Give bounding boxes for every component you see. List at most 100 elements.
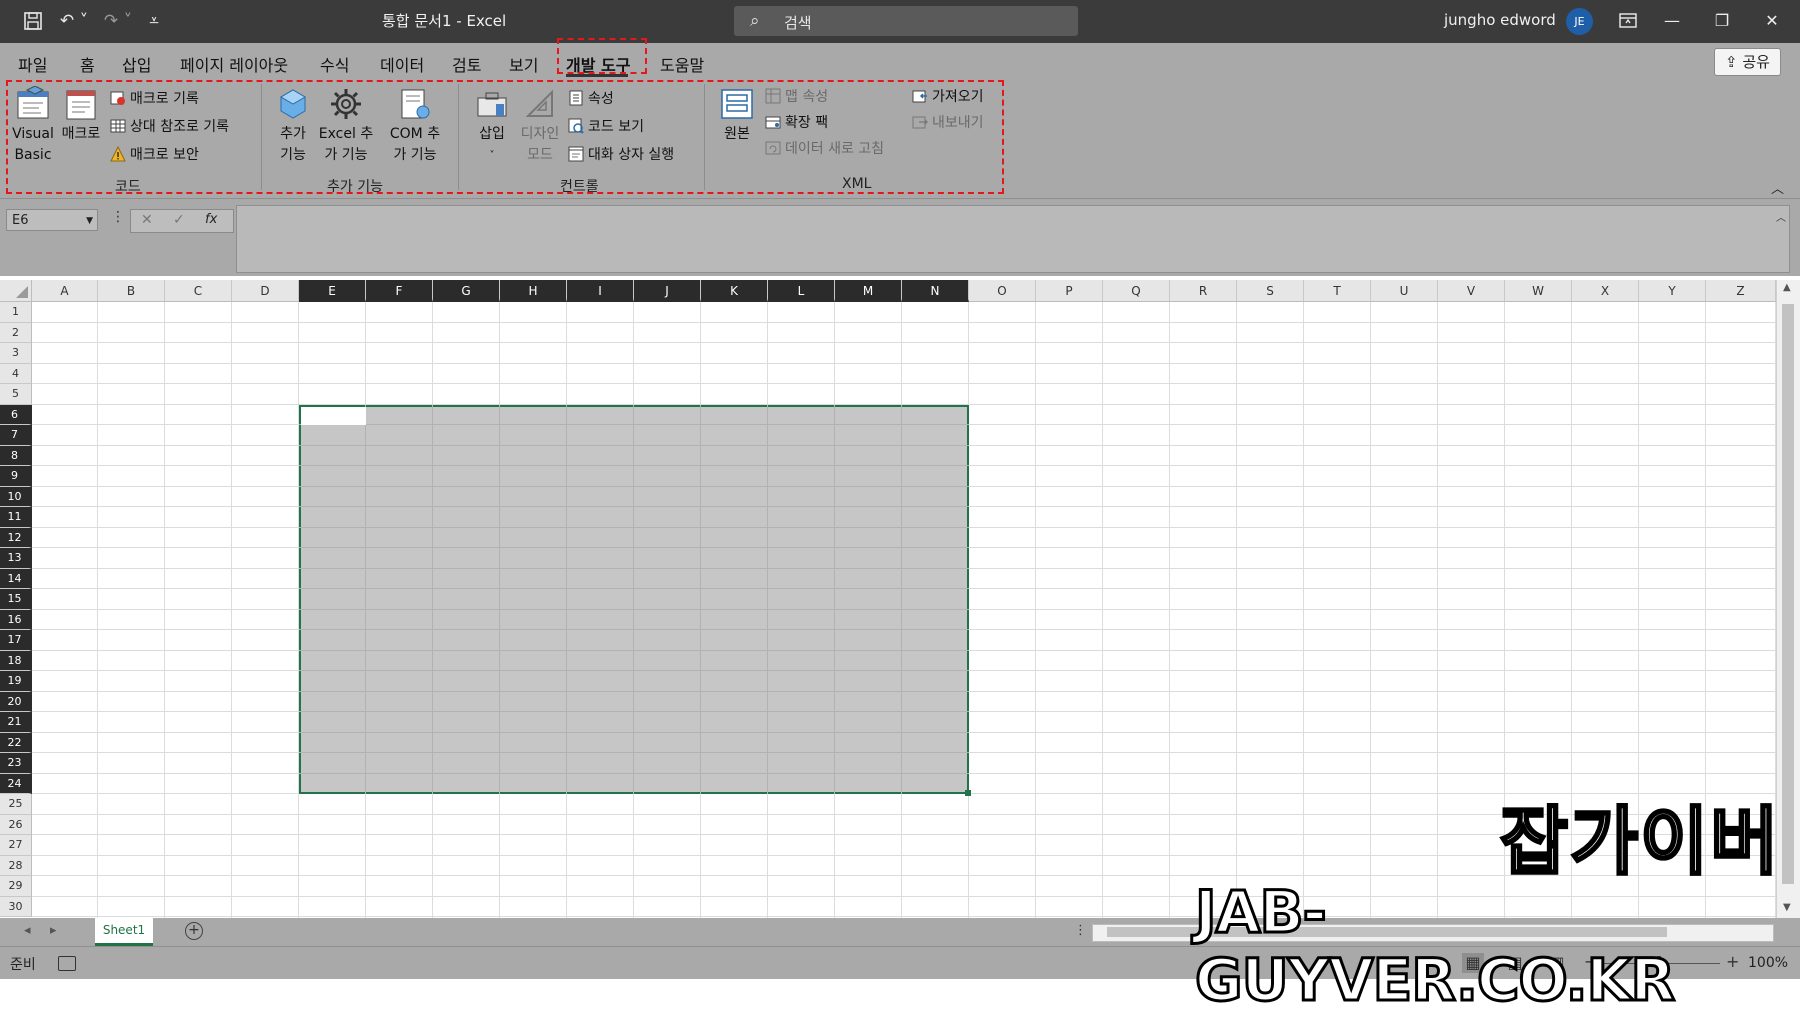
active-cell[interactable] (301, 406, 366, 425)
column-header-m[interactable]: M (835, 280, 902, 302)
row-header-9[interactable]: 9 (0, 466, 32, 487)
column-header-a[interactable]: A (32, 280, 98, 302)
fill-handle[interactable] (965, 790, 971, 796)
column-header-h[interactable]: H (500, 280, 567, 302)
more-options-icon[interactable]: ⋮ (111, 209, 125, 225)
row-header-1[interactable]: 1 (0, 302, 32, 323)
tab-view[interactable]: 보기 (509, 52, 538, 76)
row-header-7[interactable]: 7 (0, 425, 32, 446)
column-header-w[interactable]: W (1505, 280, 1572, 302)
column-header-x[interactable]: X (1572, 280, 1639, 302)
share-button[interactable]: ⇪ 공유 (1714, 48, 1781, 76)
tab-data[interactable]: 데이터 (380, 52, 424, 76)
restore-icon[interactable]: ❐ (1708, 9, 1736, 33)
column-header-j[interactable]: J (634, 280, 701, 302)
tab-split-handle[interactable]: ⋮ (1074, 923, 1087, 938)
row-header-28[interactable]: 28 (0, 855, 32, 876)
ribbon-display-icon[interactable] (1614, 9, 1642, 33)
column-header-t[interactable]: T (1304, 280, 1371, 302)
column-header-b[interactable]: B (98, 280, 165, 302)
title-bar: ↶ ˅ ↷ ˅ ⩡ 통합 문서1 - Excel ⌕ 검색 jungho edw… (0, 0, 1800, 43)
save-icon[interactable] (22, 10, 44, 32)
column-header-c[interactable]: C (165, 280, 232, 302)
column-header-u[interactable]: U (1371, 280, 1438, 302)
row-header-5[interactable]: 5 (0, 384, 32, 405)
customize-toolbar-icon[interactable]: ⩡ (143, 10, 165, 32)
formula-input[interactable] (236, 205, 1790, 273)
column-header-p[interactable]: P (1036, 280, 1103, 302)
column-header-n[interactable]: N (902, 280, 969, 302)
row-header-29[interactable]: 29 (0, 876, 32, 897)
column-header-f[interactable]: F (366, 280, 433, 302)
row-header-2[interactable]: 2 (0, 322, 32, 343)
column-header-d[interactable]: D (232, 280, 299, 302)
column-header-r[interactable]: R (1170, 280, 1237, 302)
minimize-icon[interactable]: — (1658, 9, 1686, 33)
add-sheet-icon[interactable]: + (185, 922, 203, 940)
gridline-vertical (1437, 302, 1438, 918)
select-all-button[interactable] (0, 280, 32, 302)
tab-insert[interactable]: 삽입 (122, 52, 151, 76)
prev-sheet-icon[interactable]: ◂ (24, 923, 31, 938)
next-sheet-icon[interactable]: ▸ (50, 923, 57, 938)
avatar[interactable]: JE (1566, 8, 1593, 35)
user-name[interactable]: jungho edword (1444, 11, 1556, 29)
tab-page-layout[interactable]: 페이지 레이아웃 (180, 52, 288, 76)
row-header-6[interactable]: 6 (0, 404, 32, 425)
row-header-16[interactable]: 16 (0, 609, 32, 630)
column-header-o[interactable]: O (969, 280, 1036, 302)
row-header-10[interactable]: 10 (0, 486, 32, 507)
column-header-k[interactable]: K (701, 280, 768, 302)
column-header-s[interactable]: S (1237, 280, 1304, 302)
column-header-i[interactable]: I (567, 280, 634, 302)
close-icon[interactable]: ✕ (1758, 9, 1786, 33)
row-header-3[interactable]: 3 (0, 343, 32, 364)
row-header-18[interactable]: 18 (0, 650, 32, 671)
row-header-21[interactable]: 21 (0, 712, 32, 733)
row-header-27[interactable]: 27 (0, 835, 32, 856)
column-header-v[interactable]: V (1438, 280, 1505, 302)
column-header-g[interactable]: G (433, 280, 500, 302)
row-header-11[interactable]: 11 (0, 507, 32, 528)
enter-icon[interactable]: ✓ (173, 212, 185, 228)
row-header-4[interactable]: 4 (0, 363, 32, 384)
tab-review[interactable]: 검토 (452, 52, 481, 76)
column-header-z[interactable]: Z (1706, 280, 1776, 302)
gridline-vertical (1102, 302, 1103, 918)
vertical-scroll-thumb[interactable] (1782, 304, 1794, 884)
row-header-12[interactable]: 12 (0, 527, 32, 548)
accessibility-icon[interactable] (58, 956, 76, 971)
redo-icon[interactable]: ↷ ˅ (100, 10, 136, 32)
row-header-13[interactable]: 13 (0, 548, 32, 569)
collapse-ribbon-icon[interactable]: ︿ (1771, 178, 1784, 197)
row-header-19[interactable]: 19 (0, 671, 32, 692)
row-header-25[interactable]: 25 (0, 794, 32, 815)
column-header-e[interactable]: E (299, 280, 366, 302)
row-header-20[interactable]: 20 (0, 691, 32, 712)
tab-formulas[interactable]: 수식 (320, 52, 349, 76)
selected-range[interactable] (299, 404, 969, 794)
row-header-24[interactable]: 24 (0, 773, 32, 794)
column-header-q[interactable]: Q (1103, 280, 1170, 302)
search-box[interactable]: ⌕ 검색 (734, 6, 1078, 36)
tab-help[interactable]: 도움말 (660, 52, 704, 76)
cancel-icon[interactable]: ✕ (141, 212, 153, 228)
undo-icon[interactable]: ↶ ˅ (56, 10, 92, 32)
row-header-14[interactable]: 14 (0, 568, 32, 589)
name-box[interactable]: E6 ▼ (6, 209, 98, 231)
scroll-up-icon[interactable]: ▲ (1783, 282, 1791, 293)
expand-formula-icon[interactable]: ︿ (1776, 209, 1786, 224)
tab-home[interactable]: 홈 (80, 52, 95, 76)
sheet-tab[interactable]: Sheet1 (95, 918, 153, 946)
insert-function-icon[interactable]: fx (205, 212, 217, 227)
row-header-26[interactable]: 26 (0, 814, 32, 835)
row-header-30[interactable]: 30 (0, 896, 32, 917)
row-header-15[interactable]: 15 (0, 589, 32, 610)
row-header-22[interactable]: 22 (0, 732, 32, 753)
tab-file[interactable]: 파일 (18, 52, 47, 76)
column-header-y[interactable]: Y (1639, 280, 1706, 302)
row-header-23[interactable]: 23 (0, 753, 32, 774)
column-header-l[interactable]: L (768, 280, 835, 302)
row-header-17[interactable]: 17 (0, 630, 32, 651)
row-header-8[interactable]: 8 (0, 445, 32, 466)
